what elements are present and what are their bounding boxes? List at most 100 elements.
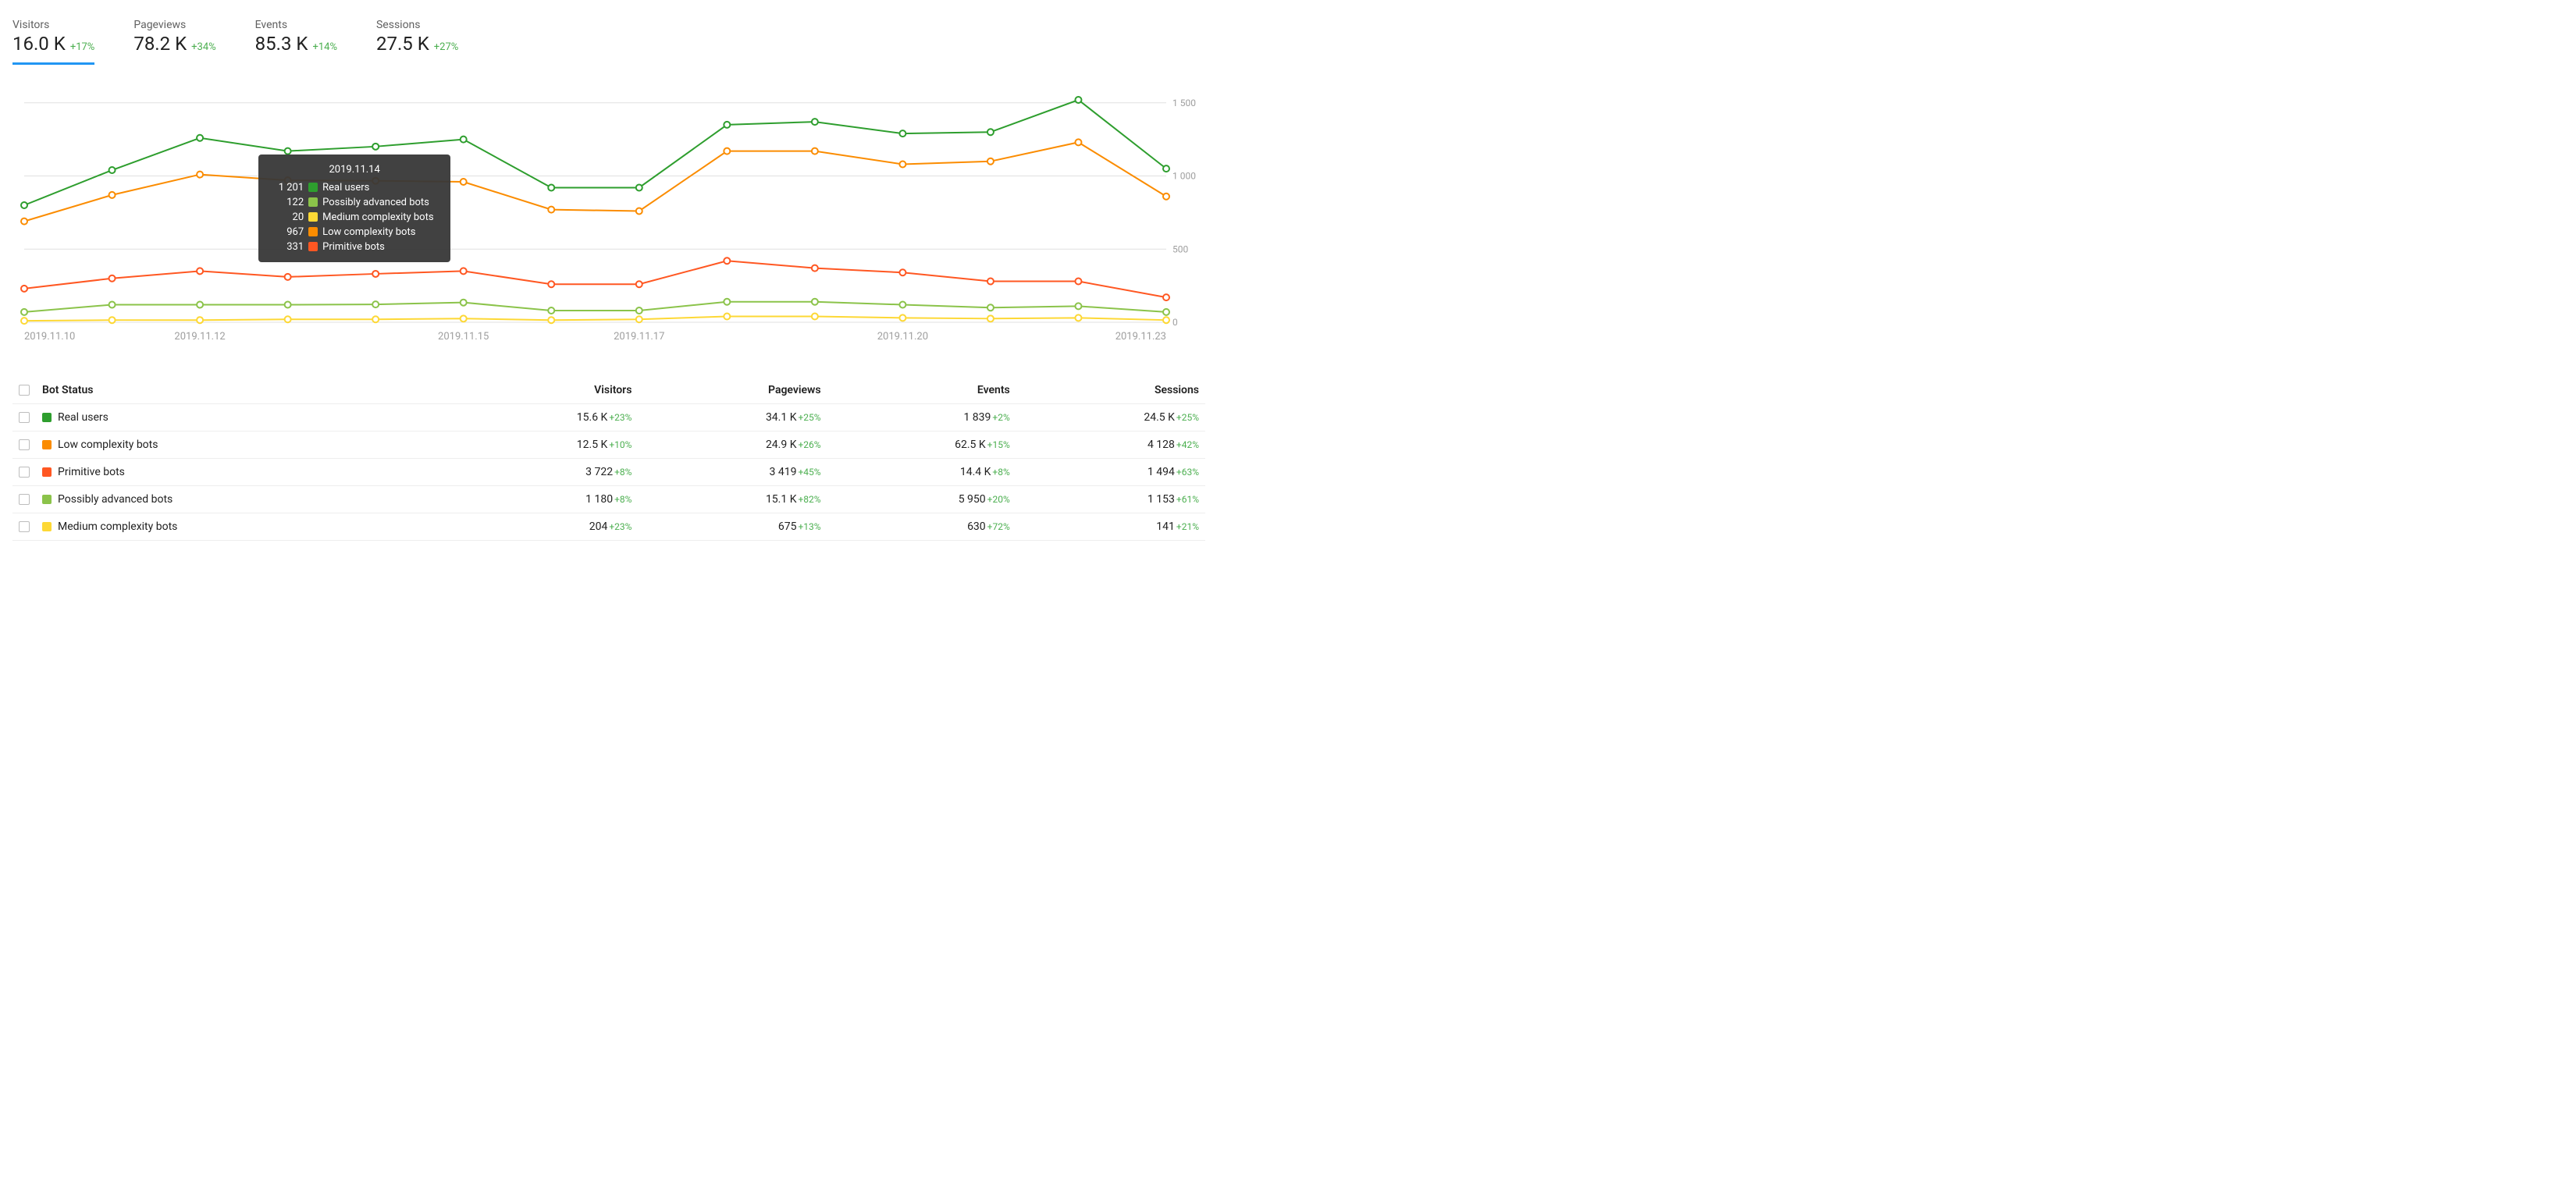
series-point: [21, 318, 27, 324]
row-swatch: [42, 413, 52, 422]
series-point: [1075, 97, 1081, 103]
checkbox-row[interactable]: [19, 439, 30, 450]
table-row[interactable]: Possibly advanced bots1 180+8%15.1 K+82%…: [12, 486, 1205, 513]
series-point: [21, 218, 27, 225]
col-header[interactable]: Visitors: [449, 377, 638, 404]
tab-visitors[interactable]: Visitors16.0 K+17%: [12, 19, 94, 65]
series-point: [987, 158, 994, 165]
bot-status-table: Bot StatusVisitorsPageviewsEventsSession…: [12, 377, 1205, 541]
svg-text:1 000: 1 000: [1172, 171, 1196, 182]
series-point: [461, 300, 467, 306]
cell-visitors: 1 180+8%: [449, 486, 638, 513]
cell-sessions: 24.5 K+25%: [1016, 404, 1205, 432]
tooltip-swatch: [308, 183, 318, 192]
series-real_users: [24, 100, 1166, 205]
checkbox-row[interactable]: [19, 412, 30, 423]
cell-sessions: 141+21%: [1016, 513, 1205, 541]
cell-pageviews: 34.1 K+25%: [638, 404, 827, 432]
series-point: [899, 314, 906, 321]
cell-name: Real users: [36, 404, 449, 432]
series-point: [987, 129, 994, 135]
series-point: [109, 167, 116, 173]
series-point: [636, 185, 642, 191]
series-point: [812, 265, 818, 272]
svg-text:2019.11.17: 2019.11.17: [614, 331, 664, 343]
cell-events: 630+72%: [827, 513, 1016, 541]
series-point: [636, 281, 642, 287]
cell-name: Possibly advanced bots: [36, 486, 449, 513]
tooltip-row: 331Primitive bots: [269, 240, 439, 254]
tooltip-row: 20Medium complexity bots: [269, 210, 439, 225]
series-point: [1163, 165, 1169, 172]
row-swatch: [42, 495, 52, 504]
series-point: [372, 301, 379, 307]
checkbox-row[interactable]: [19, 467, 30, 478]
series-point: [285, 274, 291, 280]
col-header[interactable]: Bot Status: [36, 377, 449, 404]
table-row[interactable]: Primitive bots3 722+8%3 419+45%14.4 K+8%…: [12, 459, 1205, 486]
series-point: [197, 135, 203, 141]
col-header[interactable]: Events: [827, 377, 1016, 404]
tab-delta: +14%: [312, 41, 337, 53]
series-point: [109, 275, 116, 282]
checkbox-all[interactable]: [19, 385, 30, 396]
series-point: [372, 144, 379, 150]
cell-events: 14.4 K+8%: [827, 459, 1016, 486]
series-point: [1163, 317, 1169, 323]
series-point: [548, 207, 554, 213]
series-point: [548, 307, 554, 314]
tab-label: Sessions: [376, 19, 458, 31]
series-point: [461, 137, 467, 143]
svg-text:2019.11.23: 2019.11.23: [1115, 331, 1166, 343]
series-point: [987, 279, 994, 285]
tab-value: 85.3 K: [255, 33, 308, 55]
series-point: [372, 271, 379, 277]
cell-name: Primitive bots: [36, 459, 449, 486]
series-point: [724, 257, 730, 264]
cell-pageviews: 24.9 K+26%: [638, 432, 827, 459]
checkbox-row[interactable]: [19, 494, 30, 505]
tab-sessions[interactable]: Sessions27.5 K+27%: [376, 19, 458, 65]
svg-text:0: 0: [1172, 317, 1178, 328]
col-header[interactable]: Pageviews: [638, 377, 827, 404]
cell-sessions: 1 153+61%: [1016, 486, 1205, 513]
series-point: [899, 130, 906, 137]
series-point: [197, 302, 203, 308]
tab-delta: +34%: [191, 41, 216, 53]
chart-tooltip: 2019.11.141 201Real users122Possibly adv…: [258, 154, 450, 262]
cell-name: Low complexity bots: [36, 432, 449, 459]
series-point: [724, 148, 730, 154]
checkbox-row[interactable]: [19, 521, 30, 532]
visitors-chart: 05001 0001 5002019.11.102019.11.122019.1…: [12, 80, 1205, 353]
cell-name: Medium complexity bots: [36, 513, 449, 541]
series-medium: [24, 317, 1166, 321]
series-point: [1163, 294, 1169, 300]
series-point: [109, 192, 116, 198]
col-header[interactable]: Sessions: [1016, 377, 1205, 404]
series-point: [1163, 194, 1169, 200]
cell-pageviews: 675+13%: [638, 513, 827, 541]
tooltip-swatch: [308, 242, 318, 251]
tab-label: Visitors: [12, 19, 94, 31]
row-swatch: [42, 440, 52, 449]
svg-text:2019.11.12: 2019.11.12: [174, 331, 225, 343]
series-point: [1075, 279, 1081, 285]
series-point: [1163, 309, 1169, 315]
series-point: [1075, 314, 1081, 321]
row-swatch: [42, 522, 52, 531]
tab-pageviews[interactable]: Pageviews78.2 K+34%: [133, 19, 215, 65]
series-point: [548, 281, 554, 287]
series-point: [109, 317, 116, 323]
series-point: [1075, 139, 1081, 145]
table-row[interactable]: Low complexity bots12.5 K+10%24.9 K+26%6…: [12, 432, 1205, 459]
series-point: [21, 202, 27, 208]
tab-events[interactable]: Events85.3 K+14%: [255, 19, 337, 65]
series-point: [285, 302, 291, 308]
series-point: [21, 286, 27, 292]
cell-visitors: 3 722+8%: [449, 459, 638, 486]
table-row[interactable]: Medium complexity bots204+23%675+13%630+…: [12, 513, 1205, 541]
tab-value: 78.2 K: [133, 33, 187, 55]
series-point: [987, 315, 994, 321]
series-point: [197, 172, 203, 178]
table-row[interactable]: Real users15.6 K+23%34.1 K+25%1 839+2%24…: [12, 404, 1205, 432]
